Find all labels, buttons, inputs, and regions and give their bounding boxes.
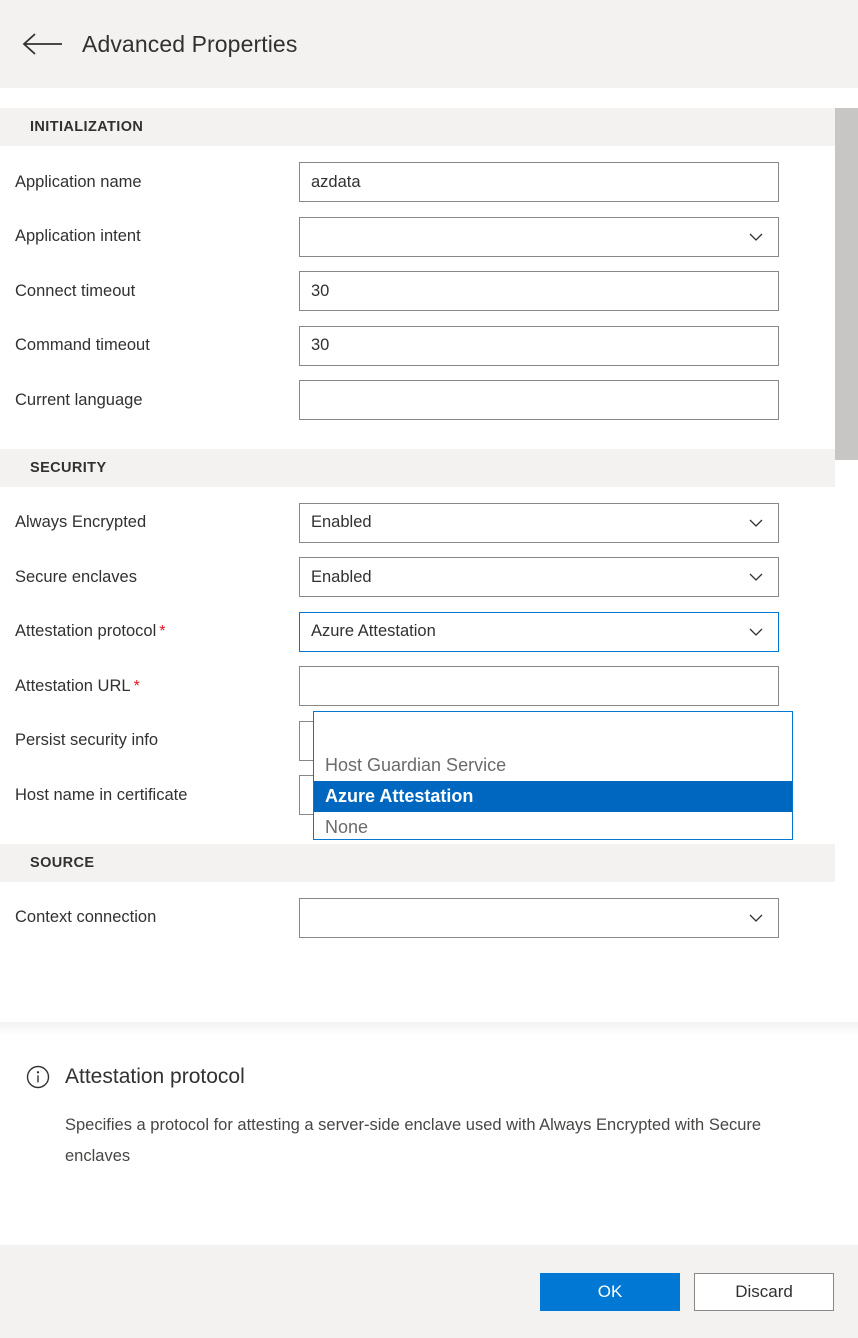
required-marker: * <box>159 623 165 640</box>
section-title: SOURCE <box>30 855 94 871</box>
application-name-input[interactable]: azdata <box>299 162 779 202</box>
command-timeout-input[interactable]: 30 <box>299 326 779 366</box>
field-row: Application name azdata <box>0 155 858 210</box>
field-label-text: Attestation URL <box>15 677 131 695</box>
field-value: Enabled <box>311 568 748 587</box>
dropdown-option-host-guardian-service[interactable]: Host Guardian Service <box>314 750 792 781</box>
field-value: Enabled <box>311 513 748 532</box>
field-label: Host name in certificate <box>0 786 299 805</box>
chevron-down-icon <box>748 229 764 245</box>
scrollbar-track[interactable] <box>835 88 858 1022</box>
required-marker: * <box>134 678 140 695</box>
secure-enclaves-select[interactable]: Enabled <box>299 557 779 597</box>
arrow-left-icon <box>22 31 62 57</box>
field-row: Always Encrypted Enabled <box>0 496 858 551</box>
field-row: Command timeout 30 <box>0 319 858 374</box>
attestation-protocol-dropdown-list[interactable]: Host Guardian Service Azure Attestation … <box>313 711 793 840</box>
dialog-footer: OK Discard <box>0 1245 858 1338</box>
properties-scroll-area[interactable]: INITIALIZATION Application name azdata A… <box>0 88 858 1022</box>
scrollbar-thumb[interactable] <box>835 108 858 460</box>
field-label: Persist security info <box>0 731 299 750</box>
field-label: Attestation URL* <box>0 677 299 696</box>
page-title: Advanced Properties <box>82 31 297 58</box>
field-label: Application name <box>0 173 299 192</box>
section-fields-source: Context connection <box>0 882 858 946</box>
section-title: INITIALIZATION <box>30 119 143 135</box>
field-value: 30 <box>311 282 767 301</box>
field-row: Context connection <box>0 891 858 946</box>
ok-button[interactable]: OK <box>540 1273 680 1311</box>
section-header-security: SECURITY <box>0 449 838 487</box>
field-row: Secure enclaves Enabled <box>0 550 858 605</box>
field-row: Application intent <box>0 210 858 265</box>
discard-button[interactable]: Discard <box>694 1273 834 1311</box>
chevron-down-icon <box>748 910 764 926</box>
dropdown-option-none[interactable]: None <box>314 812 792 843</box>
section-title: SECURITY <box>30 460 107 476</box>
section-fields-initialization: Application name azdata Application inte… <box>0 146 858 428</box>
attestation-protocol-select[interactable]: Azure Attestation <box>299 612 779 652</box>
field-row: Attestation URL* <box>0 659 858 714</box>
always-encrypted-select[interactable]: Enabled <box>299 503 779 543</box>
field-label: Always Encrypted <box>0 513 299 532</box>
field-label: Attestation protocol* <box>0 622 299 641</box>
field-value: azdata <box>311 173 767 192</box>
info-header: Attestation protocol <box>25 1064 828 1090</box>
connect-timeout-input[interactable]: 30 <box>299 271 779 311</box>
field-label: Connect timeout <box>0 282 299 301</box>
field-row: Connect timeout 30 <box>0 264 858 319</box>
field-value: Azure Attestation <box>311 622 748 641</box>
field-label-text: Attestation protocol <box>15 622 156 640</box>
back-button[interactable] <box>20 22 64 66</box>
info-title: Attestation protocol <box>65 1065 245 1089</box>
field-label: Context connection <box>0 908 299 927</box>
info-description: Specifies a protocol for attesting a ser… <box>65 1110 805 1172</box>
scroll-area-shadow <box>0 1022 858 1036</box>
attestation-url-input[interactable] <box>299 666 779 706</box>
field-label: Application intent <box>0 227 299 246</box>
application-intent-select[interactable] <box>299 217 779 257</box>
field-label: Current language <box>0 391 299 410</box>
titlebar: Advanced Properties <box>0 0 858 88</box>
field-value: 30 <box>311 336 767 355</box>
section-header-source: SOURCE <box>0 844 838 882</box>
current-language-input[interactable] <box>299 380 779 420</box>
info-panel: Attestation protocol Specifies a protoco… <box>0 1036 858 1245</box>
field-label: Command timeout <box>0 336 299 355</box>
chevron-down-icon <box>748 515 764 531</box>
properties-form: INITIALIZATION Application name azdata A… <box>0 108 858 1005</box>
field-row: Attestation protocol* Azure Attestation <box>0 605 858 660</box>
chevron-down-icon <box>748 624 764 640</box>
context-connection-select[interactable] <box>299 898 779 938</box>
field-label: Secure enclaves <box>0 568 299 587</box>
section-header-initialization: INITIALIZATION <box>0 108 838 146</box>
field-row: Current language <box>0 373 858 428</box>
dropdown-option-azure-attestation[interactable]: Azure Attestation <box>314 781 792 812</box>
info-circle-icon <box>25 1064 51 1090</box>
chevron-down-icon <box>748 569 764 585</box>
